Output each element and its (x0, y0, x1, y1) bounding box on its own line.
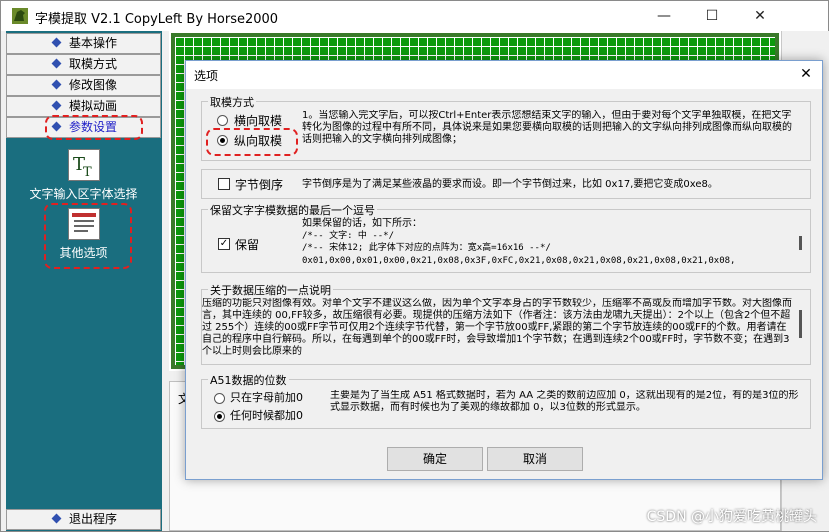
byte-reverse-checkbox[interactable] (218, 178, 230, 190)
byte-reverse-description: 字节倒序是为了满足某些液晶的要求而设。即一个字节倒过来，比如 0x17,要把它变… (302, 179, 718, 190)
a51-caption: A51数据的位数 (208, 372, 289, 388)
maximize-button[interactable]: ☐ (689, 1, 735, 31)
diamond-bullet-icon (51, 513, 62, 524)
minimize-icon: — (657, 8, 671, 24)
sidebar-item-mode[interactable]: 取模方式 (6, 54, 161, 75)
radio-horizontal-label[interactable]: 横向取模 (234, 112, 282, 129)
font-icon: T T (67, 149, 100, 181)
comma-group: 保留文字字模数据的最后一个逗号 ✓ 保留 如果保留的话，如下所示： /*-- 文… (201, 202, 811, 273)
comma-caption: 保留文字字模数据的最后一个逗号 (208, 202, 377, 218)
diamond-bullet-icon (51, 100, 62, 111)
sidebar-item-label: 模拟动画 (69, 99, 118, 113)
dialog-title-bar: 选项 ✕ (186, 61, 822, 89)
annotation-settings (45, 115, 143, 140)
comma-scrollbar[interactable] (799, 236, 802, 250)
sidebar-item-label: 修改图像 (69, 78, 118, 92)
sidebar-item-edit-image[interactable]: 修改图像 (6, 75, 161, 96)
comma-example-line: 如果保留的话，如下所示： (302, 218, 422, 229)
compress-caption: 关于数据压缩的一点说明 (208, 282, 333, 298)
annotation-vertical-mode (206, 128, 298, 156)
mode-caption: 取模方式 (208, 94, 256, 110)
ok-button[interactable]: 确定 (387, 447, 483, 471)
window-title: 字模提取 V2.1 CopyLeft By Horse2000 (35, 12, 279, 27)
font-select-tool[interactable]: T T 文字输入区字体选择 (6, 149, 161, 202)
dialog-title: 选项 (194, 69, 219, 83)
comma-example-line: /*-- 宋体12; 此字体下对应的点阵为：宽x高=16x16 --*/ (302, 243, 551, 253)
sidebar: 基本操作 取模方式 修改图像 模拟动画 参数设置 T T 文字输入区字体选择 其… (6, 31, 162, 531)
cancel-button[interactable]: 取消 (487, 447, 583, 471)
diamond-bullet-icon (51, 58, 62, 69)
svg-text:T: T (83, 165, 92, 180)
sidebar-item-label: 基本操作 (69, 36, 118, 50)
tool-label: 文字输入区字体选择 (29, 187, 138, 201)
sidebar-item-animation[interactable]: 模拟动画 (6, 96, 161, 117)
radio-always-label[interactable]: 任何时候都加0 (230, 407, 303, 423)
sidebar-item-label: 取模方式 (69, 57, 118, 71)
app-horse-icon (12, 8, 28, 24)
maximize-icon: ☐ (705, 8, 719, 24)
radio-letters-only[interactable] (214, 393, 225, 404)
a51-group: A51数据的位数 只在字母前加0 任何时候都加0 主要是为了当生成 A51 格式… (201, 372, 811, 429)
watermark: CSDN @小狗爱吃黄桃罐头 (646, 509, 817, 525)
byte-reverse-label[interactable]: 字节倒序 (235, 176, 283, 193)
title-bar: 字模提取 V2.1 CopyLeft By Horse2000 — ☐ ✕ (1, 1, 828, 31)
comma-example-line: /*-- 文字: 中 --*/ (302, 231, 395, 241)
keep-comma-checkbox[interactable]: ✓ (218, 238, 230, 250)
comma-example-line: 0x01,0x00,0x01,0x00,0x21,0x08,0x3F,0xFC,… (302, 256, 736, 266)
keep-comma-label[interactable]: 保留 (235, 236, 259, 253)
dialog-close-button[interactable]: ✕ (794, 63, 818, 85)
exit-button[interactable]: 退出程序 (6, 509, 161, 530)
diamond-bullet-icon (51, 79, 62, 90)
exit-label: 退出程序 (69, 512, 118, 526)
compress-text: 压缩的功能只对图像有效。对单个文字不建议这么做，因为单个文字本身占的字节数较少，… (202, 298, 792, 357)
annotation-other-options (44, 203, 132, 269)
close-window-button[interactable]: ✕ (737, 1, 783, 31)
close-icon: ✕ (800, 66, 812, 82)
sidebar-item-basic-ops[interactable]: 基本操作 (6, 33, 161, 54)
radio-always[interactable] (214, 411, 225, 422)
radio-horizontal[interactable] (217, 115, 228, 126)
compress-group: 关于数据压缩的一点说明 压缩的功能只对图像有效。对单个文字不建议这么做，因为单个… (201, 282, 811, 365)
options-dialog: 选项 ✕ 取模方式 横向取模 纵向取模 1。当您输入完文字后，可以按Ctrl+E… (185, 60, 823, 480)
compress-scrollbar[interactable] (799, 310, 802, 338)
minimize-button[interactable]: — (641, 1, 687, 31)
close-icon: ✕ (754, 8, 766, 24)
radio-letters-only-label[interactable]: 只在字母前加0 (230, 389, 303, 405)
byte-reverse-group: 字节倒序 字节倒序是为了满足某些液晶的要求而设。即一个字节倒过来，比如 0x17… (201, 169, 811, 199)
a51-description: 主要是为了当生成 A51 格式数据时，若为 AA 之类的数前边应加 0，这就出现… (330, 390, 799, 413)
diamond-bullet-icon (51, 37, 62, 48)
mode-description: 1。当您输入完文字后，可以按Ctrl+Enter表示您想结束文字的输入，但由于要… (302, 110, 792, 145)
